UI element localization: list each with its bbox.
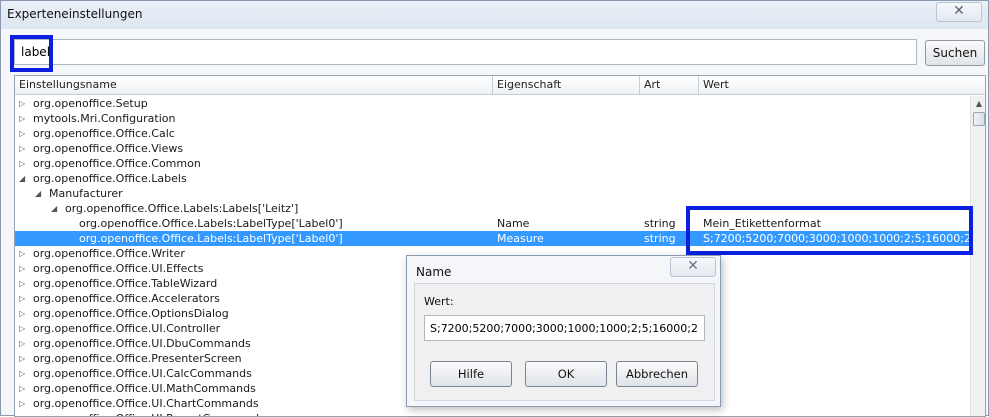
table-row[interactable]: ▷ org.openoffice.Office.UI.ReportCommands (15, 411, 970, 416)
type-cell: string (644, 217, 676, 230)
setting-name: org.openoffice.Office.Labels:Labels['Lei… (65, 202, 299, 215)
table-row[interactable]: ▷ org.openoffice.Office.Common (15, 156, 970, 171)
table-row[interactable]: ◢ Manufacturer (15, 186, 970, 201)
search-input[interactable] (14, 39, 917, 65)
setting-name: mytools.Mri.Configuration (33, 112, 176, 125)
expand-arrow-icon[interactable]: ▷ (19, 111, 29, 126)
expand-arrow-icon[interactable]: ▷ (19, 276, 29, 291)
setting-name: org.openoffice.Office.UI.MathCommands (33, 382, 256, 395)
value-input[interactable] (424, 315, 705, 341)
setting-name: Manufacturer (49, 187, 123, 200)
setting-name: org.openoffice.Office.UI.Controller (33, 322, 221, 335)
table-row[interactable]: ▷ org.openoffice.Setup (15, 96, 970, 111)
vertical-scrollbar[interactable]: ▲ (970, 96, 985, 416)
expand-arrow-icon[interactable]: ▷ (19, 351, 29, 366)
setting-name: org.openoffice.Office.UI.DbuCommands (33, 337, 251, 350)
scrollbar-thumb[interactable] (973, 112, 985, 126)
table-row[interactable]: ▷ org.openoffice.Office.Calc (15, 126, 970, 141)
setting-name: org.openoffice.Office.Labels (33, 172, 187, 185)
dialog-close-button[interactable]: ✕ (670, 257, 716, 277)
help-button[interactable]: Hilfe (430, 361, 512, 387)
close-icon: ✕ (687, 258, 699, 274)
expand-arrow-icon[interactable]: ▷ (19, 396, 29, 411)
table-row[interactable]: org.openoffice.Office.Labels:LabelType['… (15, 216, 970, 231)
expand-arrow-icon[interactable]: ▷ (19, 96, 29, 111)
expand-arrow-icon[interactable]: ▷ (19, 156, 29, 171)
table-row[interactable]: ◢ org.openoffice.Office.Labels (15, 171, 970, 186)
ok-button[interactable]: OK (525, 361, 607, 387)
setting-name: org.openoffice.Office.Labels:LabelType['… (79, 217, 343, 230)
expand-arrow-icon[interactable]: ▷ (19, 126, 29, 141)
dialog-title: Name (416, 265, 452, 279)
setting-name: org.openoffice.Office.UI.Effects (33, 262, 204, 275)
expand-arrow-icon[interactable]: ▷ (19, 381, 29, 396)
setting-name: org.openoffice.Office.Writer (33, 247, 185, 260)
collapse-arrow-icon[interactable]: ◢ (19, 171, 29, 186)
table-row[interactable]: ◢ org.openoffice.Office.Labels:Labels['Le… (15, 201, 970, 216)
column-header-type[interactable]: Art (640, 76, 699, 95)
expand-arrow-icon[interactable]: ▷ (19, 141, 29, 156)
expand-arrow-icon[interactable]: ▷ (19, 321, 29, 336)
setting-name: org.openoffice.Office.UI.ReportCommands (33, 411, 265, 416)
setting-name: org.openoffice.Office.Views (33, 142, 184, 155)
property-cell: Name (497, 217, 530, 230)
value-cell: Mein_Etikettenformat (703, 217, 821, 230)
expand-arrow-icon[interactable]: ▷ (19, 261, 29, 276)
scroll-up-arrow-icon[interactable]: ▲ (973, 98, 985, 110)
setting-name: org.openoffice.Office.UI.ChartCommands (33, 397, 259, 410)
setting-name: org.openoffice.Setup (33, 97, 148, 110)
expand-arrow-icon[interactable]: ▷ (19, 366, 29, 381)
setting-name: org.openoffice.Office.Accelerators (33, 292, 220, 305)
dialog-panel: Wert: Hilfe OK Abbrechen (414, 283, 715, 401)
window-close-button[interactable]: ✕ (936, 2, 982, 22)
setting-name: org.openoffice.Office.OptionsDialog (33, 307, 229, 320)
column-header-property[interactable]: Eigenschaft (493, 76, 640, 95)
value-field-label: Wert: (424, 295, 454, 308)
name-edit-dialog: Name ✕ Wert: Hilfe OK Abbrechen (406, 255, 721, 407)
expand-arrow-icon[interactable]: ▷ (19, 411, 29, 416)
setting-name: org.openoffice.Office.Calc (33, 127, 175, 140)
expert-settings-window: Experteneinstellungen ✕ Suchen Einstellu… (0, 0, 989, 417)
setting-name: org.openoffice.Office.Common (33, 157, 201, 170)
property-cell: Measure (497, 232, 544, 245)
setting-name: org.openoffice.Office.UI.CalcCommands (33, 367, 252, 380)
expand-arrow-icon[interactable]: ▷ (19, 306, 29, 321)
search-button[interactable]: Suchen (925, 40, 985, 66)
type-cell: string (644, 232, 676, 245)
cancel-button[interactable]: Abbrechen (616, 361, 698, 387)
expand-arrow-icon[interactable]: ▷ (19, 336, 29, 351)
window-title: Experteneinstellungen (7, 7, 143, 21)
column-header-setting-name[interactable]: Einstellungsname (15, 76, 493, 95)
table-header: Einstellungsname Eigenschaft Art Wert (15, 76, 985, 95)
expand-arrow-icon[interactable]: ▷ (19, 246, 29, 261)
close-icon: ✕ (953, 3, 965, 19)
column-header-value[interactable]: Wert (699, 76, 985, 95)
setting-name: org.openoffice.Office.PresenterScreen (33, 352, 242, 365)
table-row[interactable]: ▷ mytools.Mri.Configuration (15, 111, 970, 126)
table-row[interactable]: org.openoffice.Office.Labels:LabelType['… (15, 231, 970, 246)
table-row[interactable]: ▷ org.openoffice.Office.Views (15, 141, 970, 156)
collapse-arrow-icon[interactable]: ◢ (51, 201, 61, 216)
title-bar: Experteneinstellungen ✕ (1, 1, 988, 29)
expand-arrow-icon[interactable]: ▷ (19, 291, 29, 306)
setting-name: org.openoffice.Office.TableWizard (33, 277, 218, 290)
collapse-arrow-icon[interactable]: ◢ (35, 186, 45, 201)
setting-name: org.openoffice.Office.Labels:LabelType['… (79, 232, 343, 245)
value-cell: S;7200;5200;7000;3000;1000;1000;2;5;1600… (703, 232, 970, 245)
